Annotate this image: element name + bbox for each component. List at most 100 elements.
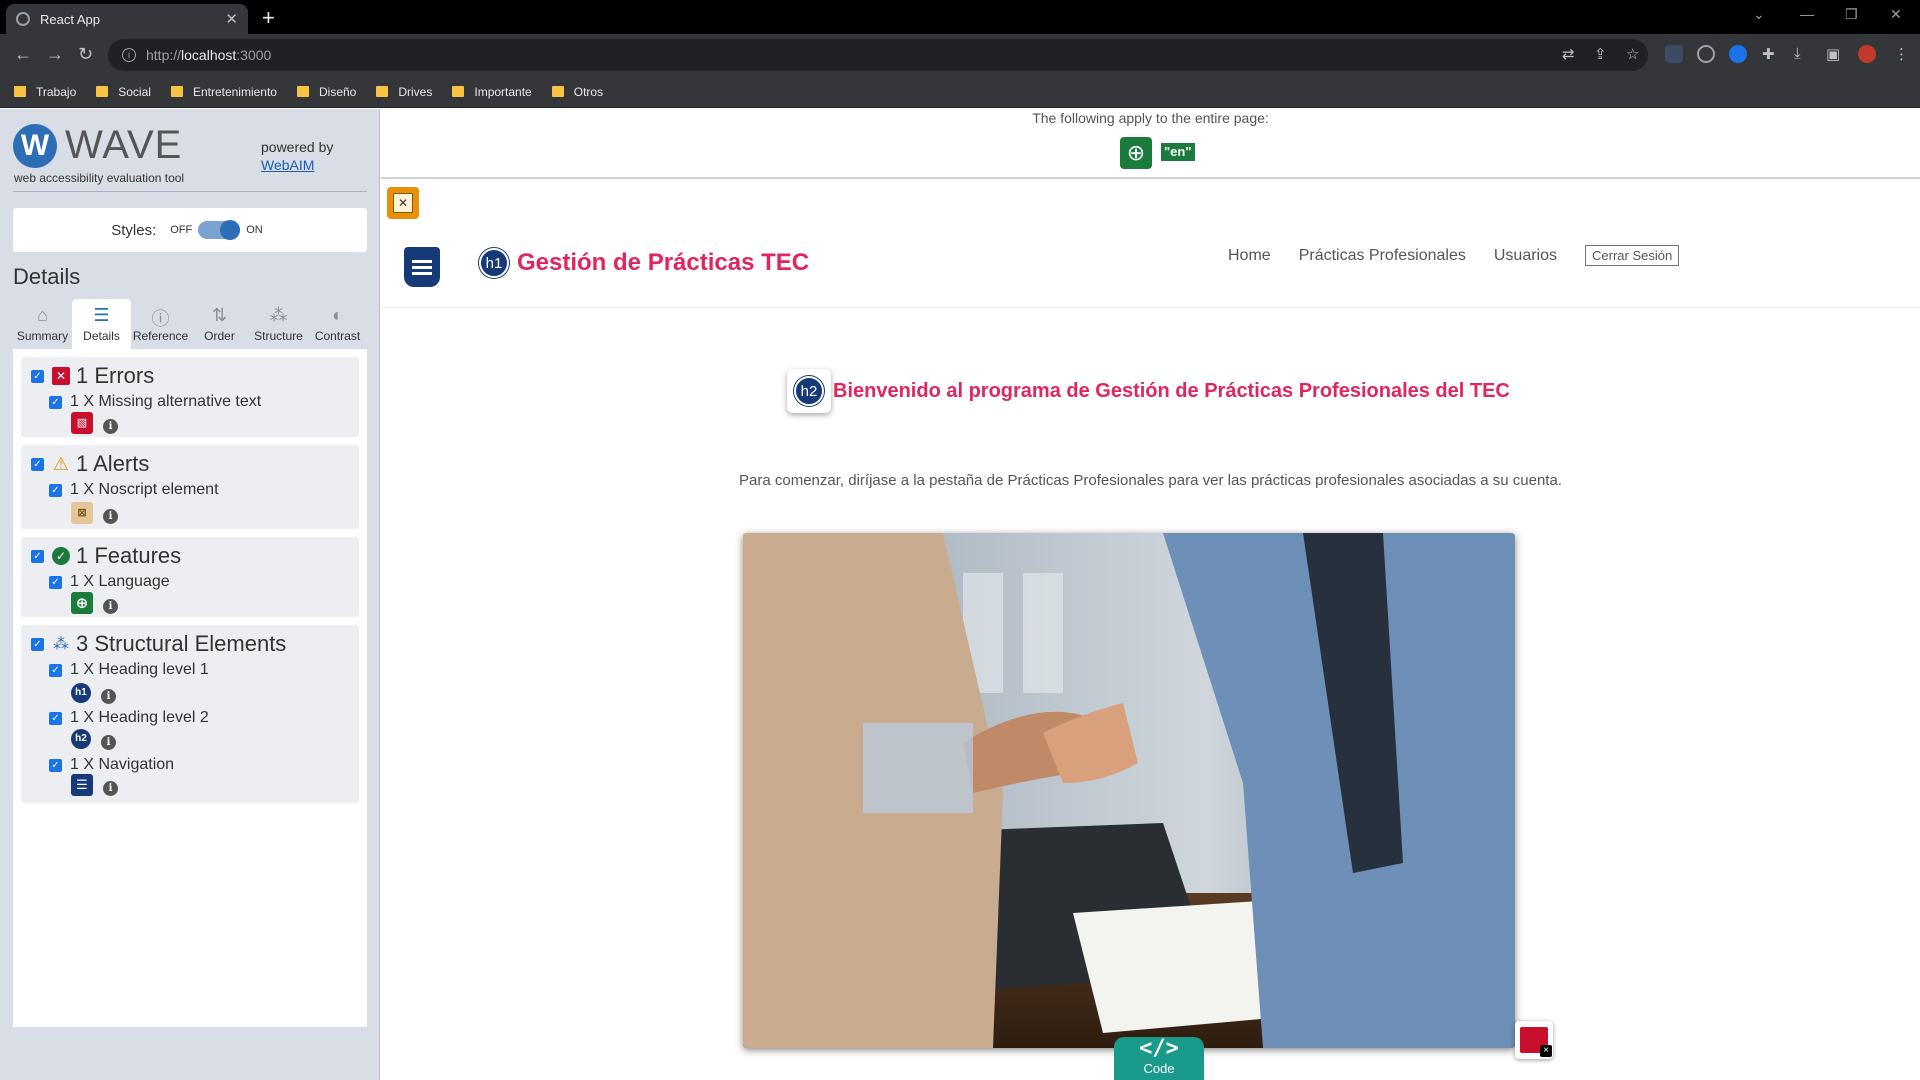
styles-toggle-box: Styles: OFF ON xyxy=(13,208,367,252)
bookmark-trabajo[interactable]: Trabajo xyxy=(14,85,76,99)
bookmark-star-icon[interactable]: ☆ xyxy=(1626,45,1639,63)
item-checkbox[interactable]: ✓ xyxy=(49,483,62,497)
webaim-link[interactable]: WebAIM xyxy=(261,157,314,173)
new-tab-icon[interactable]: + xyxy=(262,5,275,31)
translate-icon[interactable]: ⇄ xyxy=(1562,45,1575,63)
browser-tab[interactable]: React App ✕ xyxy=(6,4,248,34)
address-bar[interactable]: i http://localhost:3000 xyxy=(108,39,1648,71)
nav-home[interactable]: Home xyxy=(1228,247,1271,265)
code-panel-toggle[interactable]: </> Code xyxy=(1114,1037,1204,1080)
tab-order[interactable]: ⇅ Order xyxy=(190,299,249,349)
tab-contrast[interactable]: ◐ Contrast xyxy=(308,299,367,349)
tab-structure[interactable]: ⁂ Structure xyxy=(249,299,308,349)
alerts-checkbox[interactable]: ✓ xyxy=(31,457,44,471)
code-label: Code xyxy=(1143,1061,1175,1076)
restore-icon[interactable]: ❐ xyxy=(1845,6,1858,23)
info-icon[interactable]: i xyxy=(103,599,118,614)
tab-search-icon[interactable]: ⌄ xyxy=(1753,6,1765,23)
tab-reference[interactable]: ⓘ Reference xyxy=(131,299,190,349)
back-icon[interactable]: ← xyxy=(14,44,32,65)
navigation-icon[interactable] xyxy=(404,247,440,287)
close-window-icon[interactable]: ✕ xyxy=(1890,6,1902,23)
nav-usuarios[interactable]: Usuarios xyxy=(1494,247,1557,265)
item-checkbox[interactable]: ✓ xyxy=(49,758,62,772)
heading-h2-icon[interactable]: h2 xyxy=(71,728,91,749)
bookmark-entretenimiento[interactable]: Entretenimiento xyxy=(170,85,277,99)
heading-h1-icon[interactable]: h1 xyxy=(479,248,509,278)
wave-logo[interactable]: W WAVE xyxy=(13,123,182,168)
powered-by: powered by WebAIM xyxy=(261,138,333,174)
download-icon[interactable]: ⤓ xyxy=(1794,45,1801,62)
error-item-icons: ▧ i xyxy=(71,411,118,434)
structure-item-navigation[interactable]: ✓ 1 X Navigation xyxy=(49,756,174,774)
logout-button[interactable]: Cerrar Sesión xyxy=(1585,245,1680,266)
bookmark-otros[interactable]: Otros xyxy=(551,85,603,99)
extension-blue-icon[interactable] xyxy=(1729,45,1747,63)
bookmark-importante[interactable]: Importante xyxy=(452,85,532,99)
profile-avatar[interactable] xyxy=(1858,45,1876,63)
bookmark-diseno[interactable]: Diseño xyxy=(296,85,356,99)
nav-practicas[interactable]: Prácticas Profesionales xyxy=(1299,247,1466,265)
item-checkbox[interactable]: ✓ xyxy=(49,395,62,409)
share-icon[interactable]: ⇪ xyxy=(1594,45,1607,63)
menu-kebab-icon[interactable]: ⋮ xyxy=(1894,45,1909,63)
language-badge[interactable]: "en" xyxy=(1161,143,1195,161)
extensions-puzzle-icon[interactable]: ✚ xyxy=(1762,45,1775,63)
item-checkbox[interactable]: ✓ xyxy=(49,663,62,677)
info-icon[interactable]: i xyxy=(101,689,116,704)
url-port: :3000 xyxy=(236,47,272,63)
errors-checkbox[interactable]: ✓ xyxy=(31,369,44,383)
folder-icon xyxy=(296,86,309,97)
structure-checkbox[interactable]: ✓ xyxy=(31,637,44,651)
item-checkbox[interactable]: ✓ xyxy=(49,711,62,725)
url-host: localhost xyxy=(181,47,237,63)
extension-c-icon[interactable] xyxy=(1697,45,1715,63)
structure-item-h2[interactable]: ✓ 1 X Heading level 2 xyxy=(49,709,209,727)
navigation-icon[interactable]: ☰ xyxy=(71,773,93,796)
features-title: 1 Features xyxy=(76,543,182,568)
divider xyxy=(13,191,367,192)
apply-text: The following apply to the entire page: xyxy=(1032,110,1269,126)
handshake-photo xyxy=(743,533,1515,1048)
missing-alt-image-icon[interactable]: ▧ xyxy=(71,411,93,434)
folder-icon xyxy=(551,86,564,97)
tab-summary[interactable]: ⌂ Summary xyxy=(13,299,72,349)
feature-item-language[interactable]: ✓ 1 X Language xyxy=(49,573,170,591)
wave-tab-bar: ⌂ Summary ☰ Details ⓘ Reference ⇅ Order ⁂ Str… xyxy=(13,299,367,349)
bookmark-drives[interactable]: Drives xyxy=(376,85,432,99)
url-scheme: http:// xyxy=(146,47,182,63)
folder-icon xyxy=(452,86,465,97)
alerts-title: 1 Alerts xyxy=(76,451,150,476)
noscript-alert-icon[interactable]: ✕ xyxy=(387,187,419,219)
minimize-icon[interactable]: — xyxy=(1800,6,1814,22)
info-icon[interactable]: i xyxy=(103,781,118,796)
info-icon: ⓘ xyxy=(151,309,170,329)
language-globe-icon[interactable]: ⊕ xyxy=(1120,137,1152,169)
styles-toggle[interactable] xyxy=(198,220,241,240)
features-checkbox[interactable]: ✓ xyxy=(31,549,44,563)
language-globe-icon[interactable]: ⊕ xyxy=(71,591,93,614)
close-tab-icon[interactable]: ✕ xyxy=(225,10,238,28)
folder-icon xyxy=(96,86,109,97)
error-item-missing-alt[interactable]: ✓ 1 X Missing alternative text xyxy=(49,393,261,411)
site-info-icon[interactable]: i xyxy=(122,48,136,62)
reload-icon[interactable]: ↻ xyxy=(78,44,93,65)
heading-h1-icon[interactable]: h1 xyxy=(71,682,91,703)
forward-icon[interactable]: → xyxy=(46,44,64,65)
structure-header: ✓ ⁂ 3 Structural Elements xyxy=(31,631,286,657)
info-icon[interactable]: i xyxy=(101,735,116,750)
alert-item-noscript[interactable]: ✓ 1 X Noscript element xyxy=(49,481,219,499)
structure-h1-icons: h1 i xyxy=(71,681,116,704)
side-panel-icon[interactable]: ▣ xyxy=(1826,45,1840,63)
tab-details[interactable]: ☰ Details xyxy=(72,299,131,349)
heading-h2-marker[interactable]: h2 xyxy=(787,369,831,413)
item-checkbox[interactable]: ✓ xyxy=(49,575,62,589)
missing-alt-image-icon[interactable] xyxy=(1515,1021,1553,1059)
info-icon[interactable]: i xyxy=(103,419,118,434)
bookmark-social[interactable]: Social xyxy=(96,85,151,99)
noscript-icon[interactable]: ⊠ xyxy=(71,501,93,524)
info-icon[interactable]: i xyxy=(103,509,118,524)
powered-by-label: powered by xyxy=(261,139,334,155)
structure-item-h1[interactable]: ✓ 1 X Heading level 1 xyxy=(49,661,209,679)
extension-wave-icon[interactable] xyxy=(1665,45,1683,63)
